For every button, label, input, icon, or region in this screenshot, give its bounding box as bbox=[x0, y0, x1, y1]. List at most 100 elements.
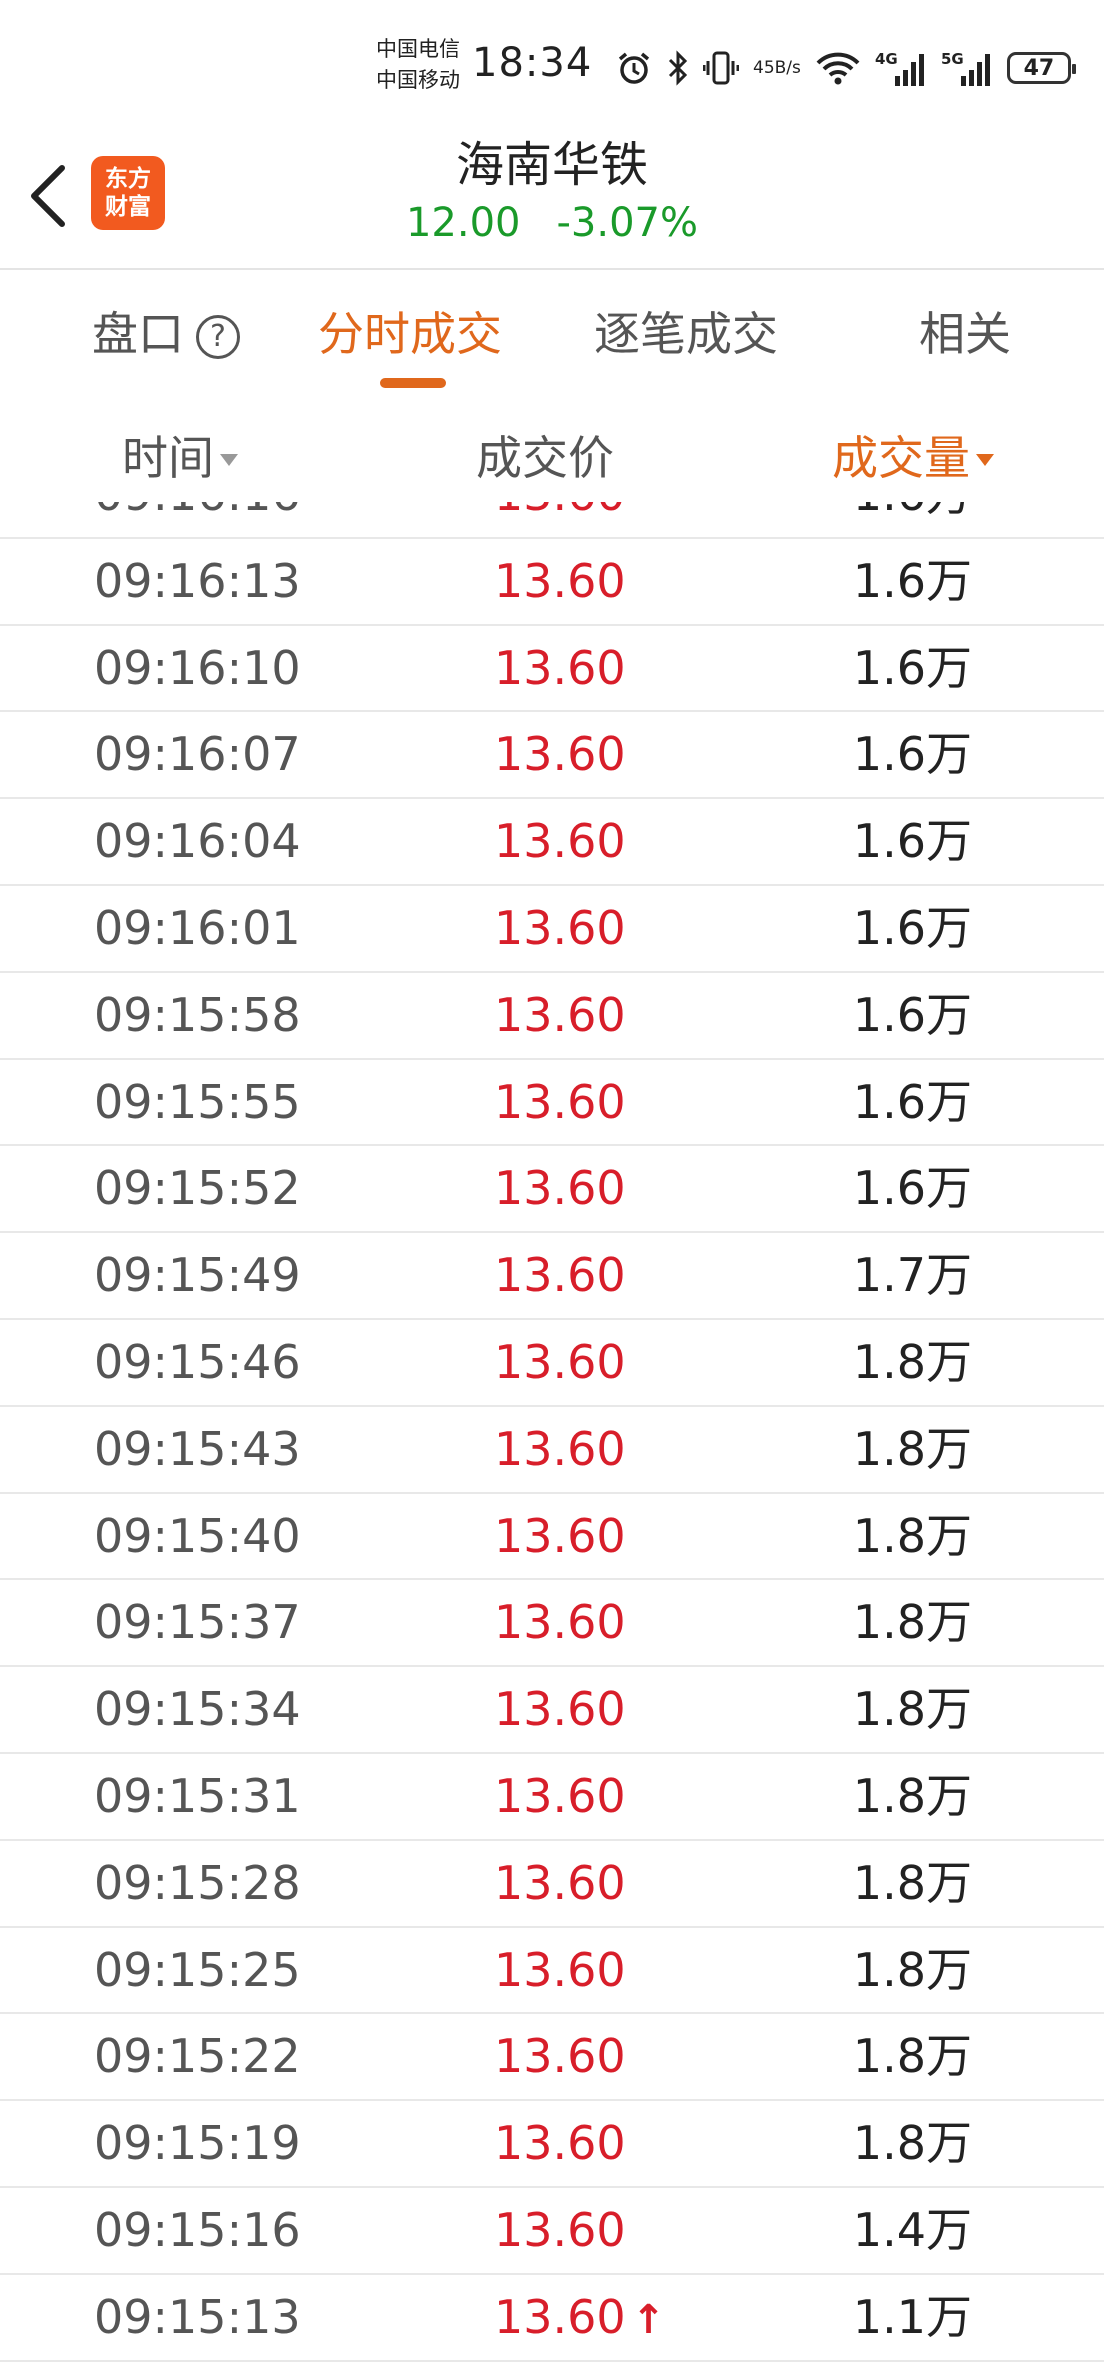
trade-time: 09:15:46 bbox=[94, 1334, 301, 1389]
status-bar: 中国电信 中国移动 18:34 45 B/s 4G 5G 47 bbox=[0, 0, 1104, 130]
trade-row[interactable]: 09:15:31 13.60 1.8万 bbox=[0, 1754, 1104, 1841]
trade-time: 09:15:22 bbox=[94, 2029, 301, 2084]
trade-price: 13.60 bbox=[494, 2029, 626, 2084]
trade-price: 13.60 bbox=[494, 1595, 626, 1650]
carrier-2: 中国移动 bbox=[376, 68, 460, 92]
trade-list-rows: 09:16:1613.601.6万09:16:1313.601.6万09:16:… bbox=[0, 502, 1104, 2362]
trade-time: 09:15:40 bbox=[94, 1508, 301, 1563]
net-speed: 45 B/s bbox=[753, 57, 801, 78]
trade-row[interactable]: 09:15:40 13.60 1.8万 bbox=[0, 1494, 1104, 1581]
trade-time: 09:15:58 bbox=[94, 987, 301, 1042]
trade-price: 13.60 bbox=[494, 553, 626, 608]
trade-row[interactable]: 09:16:04 13.60 1.6万 bbox=[0, 799, 1104, 886]
trade-volume: 1.8万 bbox=[852, 2116, 972, 2171]
trade-row[interactable]: 09:16:10 13.60 1.6万 bbox=[0, 626, 1104, 713]
trade-volume: 1.6万 bbox=[852, 640, 972, 695]
trade-list[interactable]: 09:16:1613.601.6万09:16:1313.601.6万09:16:… bbox=[0, 502, 1104, 2376]
trade-price: 13.60 bbox=[494, 2116, 626, 2171]
trade-row[interactable]: 09:16:13 13.60 1.6万 bbox=[0, 539, 1104, 626]
trade-time: 09:15:28 bbox=[94, 1855, 301, 1910]
trade-price: 13.60 bbox=[494, 727, 626, 782]
trade-row[interactable]: 09:15:28 13.60 1.8万 bbox=[0, 1841, 1104, 1928]
column-header: 时间 成交价 成交量 bbox=[0, 392, 1104, 502]
tab-orderbook[interactable]: 盘口? bbox=[92, 298, 240, 364]
sort-down-icon bbox=[220, 454, 238, 466]
trade-volume: 1.6万 bbox=[852, 1161, 972, 1216]
sort-volume-button[interactable]: 成交量 bbox=[832, 422, 994, 488]
trade-volume: 1.6万 bbox=[852, 987, 972, 1042]
trade-row[interactable]: 09:15:34 13.60 1.8万 bbox=[0, 1667, 1104, 1754]
trade-time: 09:16:04 bbox=[94, 814, 301, 869]
trade-row[interactable]: 09:15:22 13.60 1.8万 bbox=[0, 2014, 1104, 2102]
tab-time-trades[interactable]: 分时成交 bbox=[318, 298, 502, 364]
battery-icon: 47 bbox=[1006, 52, 1076, 84]
trade-row[interactable]: 09:15:46 13.60 1.8万 bbox=[0, 1320, 1104, 1407]
trade-price: 13.60 bbox=[494, 987, 626, 1042]
trade-price: 13.60 bbox=[494, 1334, 626, 1389]
trade-time: 09:16:13 bbox=[94, 553, 301, 608]
trade-row[interactable]: 09:15:55 13.60 1.6万 bbox=[0, 1060, 1104, 1147]
trade-price: 13.60 ↑ bbox=[494, 2289, 666, 2344]
stock-header: 东方 财富 海南华铁 12.00 -3.07% bbox=[0, 130, 1104, 270]
trade-time: 09:15:43 bbox=[94, 1421, 301, 1476]
stock-price: 12.00 bbox=[405, 200, 521, 246]
trade-row[interactable]: 09:15:58 13.60 1.6万 bbox=[0, 973, 1104, 1060]
trade-price: 13.60 bbox=[494, 1682, 626, 1737]
trade-row[interactable]: 09:15:49 13.60 1.7万 bbox=[0, 1233, 1104, 1320]
trade-row[interactable]: 09:16:01 13.60 1.6万 bbox=[0, 886, 1104, 973]
trade-price: 13.60 bbox=[494, 1248, 626, 1303]
trade-row[interactable]: 09:16:16 13.60 1.6万 bbox=[0, 502, 1104, 539]
trade-time: 09:16:07 bbox=[94, 727, 301, 782]
trade-volume: 1.1万 bbox=[852, 2289, 972, 2344]
up-arrow-icon: ↑ bbox=[631, 2296, 666, 2343]
status-icons: 45 B/s 4G 5G 47 bbox=[615, 44, 1076, 92]
trade-time: 09:15:16 bbox=[94, 2202, 301, 2257]
tab-related[interactable]: 相关 bbox=[919, 298, 1011, 364]
trade-time: 09:15:55 bbox=[94, 1074, 301, 1129]
trade-time: 09:16:16 bbox=[94, 502, 301, 522]
signal-icon: 5G bbox=[941, 48, 993, 88]
trade-row[interactable]: 09:15:25 13.60 1.8万 bbox=[0, 1928, 1104, 2015]
help-icon[interactable]: ? bbox=[196, 315, 240, 359]
trade-price: 13.60 bbox=[494, 1855, 626, 1910]
trade-volume: 1.8万 bbox=[852, 1768, 972, 1823]
status-clock: 18:34 bbox=[472, 40, 593, 86]
divider bbox=[0, 268, 1104, 270]
sort-time-button[interactable]: 时间 bbox=[122, 422, 238, 488]
wifi-icon bbox=[815, 49, 861, 87]
stock-change-pct: -3.07% bbox=[556, 200, 699, 246]
sort-down-icon bbox=[976, 454, 994, 466]
trade-time: 09:15:31 bbox=[94, 1768, 301, 1823]
trade-row[interactable]: 09:15:52 13.60 1.6万 bbox=[0, 1146, 1104, 1234]
trade-price: 13.60 bbox=[494, 900, 626, 955]
trade-volume: 1.8万 bbox=[852, 1508, 972, 1563]
trade-row[interactable]: 09:15:13 13.60 ↑ 1.1万 bbox=[0, 2275, 1104, 2362]
active-tab-indicator bbox=[380, 378, 446, 388]
bluetooth-icon bbox=[667, 49, 689, 87]
trade-volume: 1.6万 bbox=[853, 502, 972, 522]
carrier-1: 中国电信 bbox=[376, 37, 460, 61]
trade-time: 09:15:25 bbox=[94, 1942, 301, 1997]
column-price: 成交价 bbox=[476, 431, 614, 485]
tab-tick-trades[interactable]: 逐笔成交 bbox=[594, 298, 778, 364]
trade-row[interactable]: 09:15:16 13.60 1.4万 bbox=[0, 2188, 1104, 2275]
trade-volume: 1.6万 bbox=[852, 727, 972, 782]
svg-text:5G: 5G bbox=[941, 50, 964, 68]
trade-price: 13.60 bbox=[494, 1074, 626, 1129]
trade-price: 13.60 bbox=[494, 2202, 626, 2257]
trade-price: 13.60 bbox=[494, 1508, 626, 1563]
trade-time: 09:15:37 bbox=[94, 1595, 301, 1650]
trade-volume: 1.6万 bbox=[852, 1074, 972, 1129]
trade-price: 13.60 bbox=[494, 502, 626, 522]
trade-time: 09:16:10 bbox=[94, 640, 301, 695]
trade-volume: 1.8万 bbox=[852, 2029, 972, 2084]
trade-volume: 1.6万 bbox=[852, 814, 972, 869]
trade-row[interactable]: 09:15:43 13.60 1.8万 bbox=[0, 1407, 1104, 1494]
stock-name: 海南华铁 bbox=[455, 137, 648, 193]
trade-row[interactable]: 09:15:37 13.60 1.8万 bbox=[0, 1580, 1104, 1668]
trade-row[interactable]: 09:15:19 13.60 1.8万 bbox=[0, 2101, 1104, 2188]
trade-volume: 1.6万 bbox=[852, 553, 972, 608]
trade-volume: 1.8万 bbox=[852, 1855, 972, 1910]
trade-price: 13.60 bbox=[494, 640, 626, 695]
trade-row[interactable]: 09:16:07 13.60 1.6万 bbox=[0, 712, 1104, 800]
